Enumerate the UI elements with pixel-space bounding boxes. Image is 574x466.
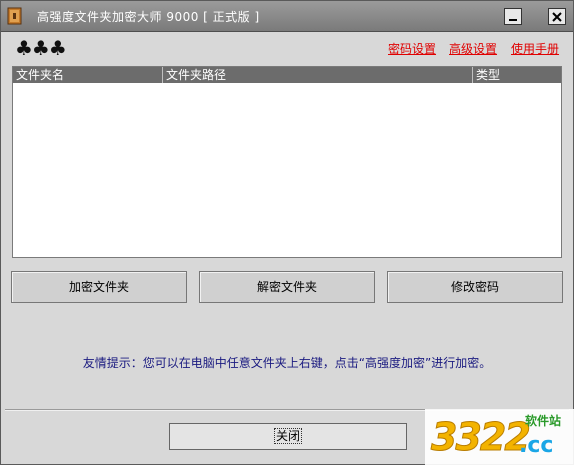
change-password-button[interactable]: 修改密码: [387, 271, 563, 303]
site-watermark: 3322 软件站 .cc: [425, 409, 574, 466]
app-icon: [7, 7, 22, 25]
minimize-icon: [509, 18, 517, 21]
column-header-folder-path[interactable]: 文件夹路径: [163, 67, 473, 83]
close-button-label: 关闭: [273, 428, 302, 444]
tip-text: 友情提示：您可以在电脑中任意文件夹上右键，点击“高强度加密”进行加密。: [82, 356, 492, 370]
close-button[interactable]: 关闭: [169, 423, 407, 450]
list-header: 文件夹名 文件夹路径 类型: [13, 67, 561, 83]
list-body[interactable]: [13, 83, 561, 257]
password-settings-link[interactable]: 密码设置: [388, 40, 436, 57]
folder-list[interactable]: 文件夹名 文件夹路径 类型: [12, 66, 562, 258]
advanced-settings-link[interactable]: 高级设置: [449, 40, 497, 57]
user-manual-link[interactable]: 使用手册: [511, 40, 559, 57]
close-icon: [552, 11, 562, 22]
minimize-button[interactable]: [504, 8, 522, 25]
window-title: 高强度文件夹加密大师 9000 [ 正式版 ]: [37, 10, 260, 24]
watermark-domain: .cc: [519, 433, 554, 458]
column-header-folder-name[interactable]: 文件夹名: [13, 67, 163, 83]
close-window-button[interactable]: [548, 8, 566, 25]
title-bar[interactable]: 高强度文件夹加密大师 9000 [ 正式版 ]: [1, 1, 573, 32]
club-decor-icon: ♣♣♣: [15, 36, 67, 60]
column-header-type[interactable]: 类型: [473, 67, 561, 83]
decrypt-folder-button[interactable]: 解密文件夹: [199, 271, 375, 303]
encrypt-folder-button[interactable]: 加密文件夹: [11, 271, 187, 303]
app-window: 高强度文件夹加密大师 9000 [ 正式版 ] ♣♣♣ 密码设置 高级设置 使用…: [0, 0, 574, 466]
watermark-site: 软件站: [525, 414, 562, 428]
watermark-number: 3322: [431, 415, 532, 460]
